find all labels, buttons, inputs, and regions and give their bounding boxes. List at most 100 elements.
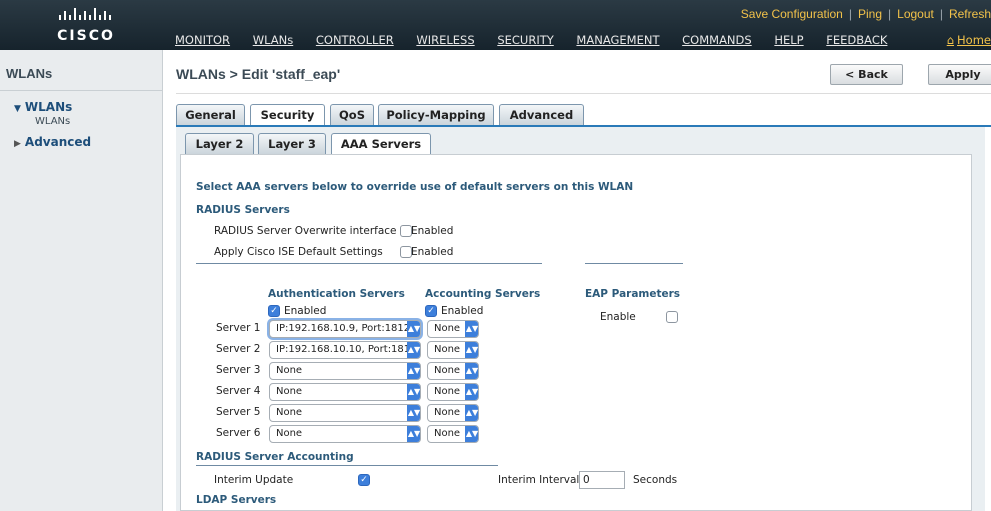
eap-enable-checkbox[interactable]	[666, 311, 678, 323]
acct-servers-heading: Accounting Servers	[425, 288, 541, 300]
server-5-acct-select[interactable]: None ▲▼	[427, 404, 479, 422]
server-3-auth-value: None	[276, 365, 303, 376]
server-3-label: Server 3	[216, 364, 261, 376]
top-header: CISCO Save Configuration | Ping | Logout | Ref…	[0, 0, 991, 50]
sidebar-item-wlans-label: WLANs	[24, 100, 73, 114]
overwrite-interface-enabled-label: Enabled	[411, 225, 454, 237]
nav-controller[interactable]: CONTROLLER	[316, 33, 394, 47]
select-arrow-icon: ▲▼	[465, 363, 478, 379]
select-arrow-icon: ▲▼	[465, 321, 478, 337]
sidebar-item-advanced[interactable]: ▶ Advanced	[14, 135, 91, 149]
server-6-auth-select[interactable]: None ▲▼	[269, 425, 421, 443]
server-5-auth-select[interactable]: None ▲▼	[269, 404, 421, 422]
server-4-auth-select[interactable]: None ▲▼	[269, 383, 421, 401]
nav-wlans[interactable]: WLANs	[253, 33, 294, 47]
select-arrow-icon: ▲▼	[465, 342, 478, 358]
ise-default-label: Apply Cisco ISE Default Settings	[214, 246, 383, 258]
server-5-acct-value: None	[434, 407, 461, 418]
acct-enabled-label: Enabled	[441, 305, 484, 317]
server-1-acct-value: None	[434, 323, 461, 334]
sidebar-title: WLANs	[6, 66, 53, 81]
interim-update-label: Interim Update	[214, 474, 294, 486]
server-6-auth-value: None	[276, 428, 303, 439]
server-3-acct-value: None	[434, 365, 461, 376]
nav-security[interactable]: SECURITY	[497, 33, 553, 47]
seconds-label: Seconds	[633, 474, 678, 486]
refresh-link[interactable]: Refresh	[949, 7, 991, 21]
select-arrow-icon: ▲▼	[465, 384, 478, 400]
nav-monitor[interactable]: MONITOR	[175, 33, 230, 47]
home-icon: ⌂	[946, 33, 955, 47]
server-6-acct-select[interactable]: None ▲▼	[427, 425, 479, 443]
nav-feedback[interactable]: FEEDBACK	[826, 33, 887, 47]
select-arrow-icon: ▲▼	[407, 321, 420, 337]
auth-enabled-checkbox[interactable]: ✓	[268, 305, 280, 317]
auth-servers-heading: Authentication Servers	[268, 288, 405, 300]
server-2-acct-value: None	[434, 344, 461, 355]
server-4-label: Server 4	[216, 385, 261, 397]
logout-link[interactable]: Logout	[897, 7, 934, 21]
nav-commands[interactable]: COMMANDS	[682, 33, 752, 47]
server-4-acct-select[interactable]: None ▲▼	[427, 383, 479, 401]
server-3-auth-select[interactable]: None ▲▼	[269, 362, 421, 380]
subtab-aaa-servers[interactable]: AAA Servers	[331, 133, 431, 155]
nav-help[interactable]: HELP	[774, 33, 803, 47]
server-2-label: Server 2	[216, 343, 261, 355]
tab-general[interactable]: General	[176, 104, 245, 126]
home-label: Home	[957, 33, 991, 47]
server-1-acct-select[interactable]: None ▲▼	[427, 320, 479, 338]
subtab-layer-2[interactable]: Layer 2	[185, 133, 254, 155]
server-6-acct-value: None	[434, 428, 461, 439]
interim-interval-label: Interim Interval	[498, 474, 580, 486]
home-link[interactable]: ⌂ Home	[947, 33, 991, 47]
sidebar: WLANs ▼ WLANs WLANs ▶ Advanced	[0, 50, 163, 511]
radius-divider	[196, 263, 542, 264]
ldap-servers-heading: LDAP Servers	[196, 494, 277, 506]
radius-accounting-heading: RADIUS Server Accounting	[196, 451, 354, 463]
select-arrow-icon: ▲▼	[407, 342, 420, 358]
page-title: WLANs > Edit 'staff_eap'	[176, 66, 341, 82]
select-arrow-icon: ▲▼	[407, 363, 420, 379]
tab-advanced[interactable]: Advanced	[499, 104, 584, 126]
tabbar-line	[176, 125, 991, 127]
acct-enabled-checkbox[interactable]: ✓	[425, 305, 437, 317]
override-note: Select AAA servers below to override use…	[196, 181, 634, 193]
tab-qos[interactable]: QoS	[330, 104, 374, 126]
tab-security[interactable]: Security	[250, 104, 325, 126]
logo-text: CISCO	[57, 28, 115, 44]
server-5-label: Server 5	[216, 406, 261, 418]
interim-update-checkbox[interactable]: ✓	[358, 474, 370, 486]
radius-servers-heading: RADIUS Servers	[196, 204, 290, 216]
nav-wireless[interactable]: WIRELESS	[416, 33, 474, 47]
collapsed-triangle-icon: ▶	[14, 139, 21, 149]
eap-divider	[585, 263, 683, 264]
overwrite-interface-label: RADIUS Server Overwrite interface	[214, 225, 397, 237]
server-4-acct-value: None	[434, 386, 461, 397]
server-2-auth-select[interactable]: IP:192.168.10.10, Port:1812 ▲▼	[269, 341, 421, 359]
apply-button[interactable]: Apply	[928, 64, 991, 85]
save-configuration-link[interactable]: Save Configuration	[741, 7, 843, 21]
eap-enable-label: Enable	[600, 311, 636, 323]
sidebar-subitem-wlans[interactable]: WLANs	[35, 116, 70, 127]
server-4-auth-value: None	[276, 386, 303, 397]
sidebar-item-advanced-label: Advanced	[24, 135, 92, 149]
select-arrow-icon: ▲▼	[407, 384, 420, 400]
accounting-divider	[196, 465, 498, 466]
ping-link[interactable]: Ping	[858, 7, 882, 21]
sidebar-divider	[0, 90, 163, 91]
back-button[interactable]: < Back	[830, 64, 903, 85]
server-2-auth-value: IP:192.168.10.10, Port:1812	[276, 344, 417, 355]
server-1-auth-select[interactable]: IP:192.168.10.9, Port:1812 ▲▼	[269, 320, 421, 338]
server-3-acct-select[interactable]: None ▲▼	[427, 362, 479, 380]
main-nav: MONITOR WLANs CONTROLLER WIRELESS SECURI…	[175, 33, 906, 47]
server-2-acct-select[interactable]: None ▲▼	[427, 341, 479, 359]
interim-interval-input[interactable]: 0	[579, 471, 625, 489]
sidebar-item-wlans[interactable]: ▼ WLANs	[14, 100, 72, 114]
subtab-layer-3[interactable]: Layer 3	[258, 133, 326, 155]
expanded-triangle-icon: ▼	[14, 104, 21, 114]
auth-enabled-label: Enabled	[284, 305, 327, 317]
nav-management[interactable]: MANAGEMENT	[576, 33, 659, 47]
select-arrow-icon: ▲▼	[465, 405, 478, 421]
top-links: Save Configuration | Ping | Logout | Refresh	[740, 7, 991, 21]
tab-policy-mapping[interactable]: Policy-Mapping	[378, 104, 494, 126]
